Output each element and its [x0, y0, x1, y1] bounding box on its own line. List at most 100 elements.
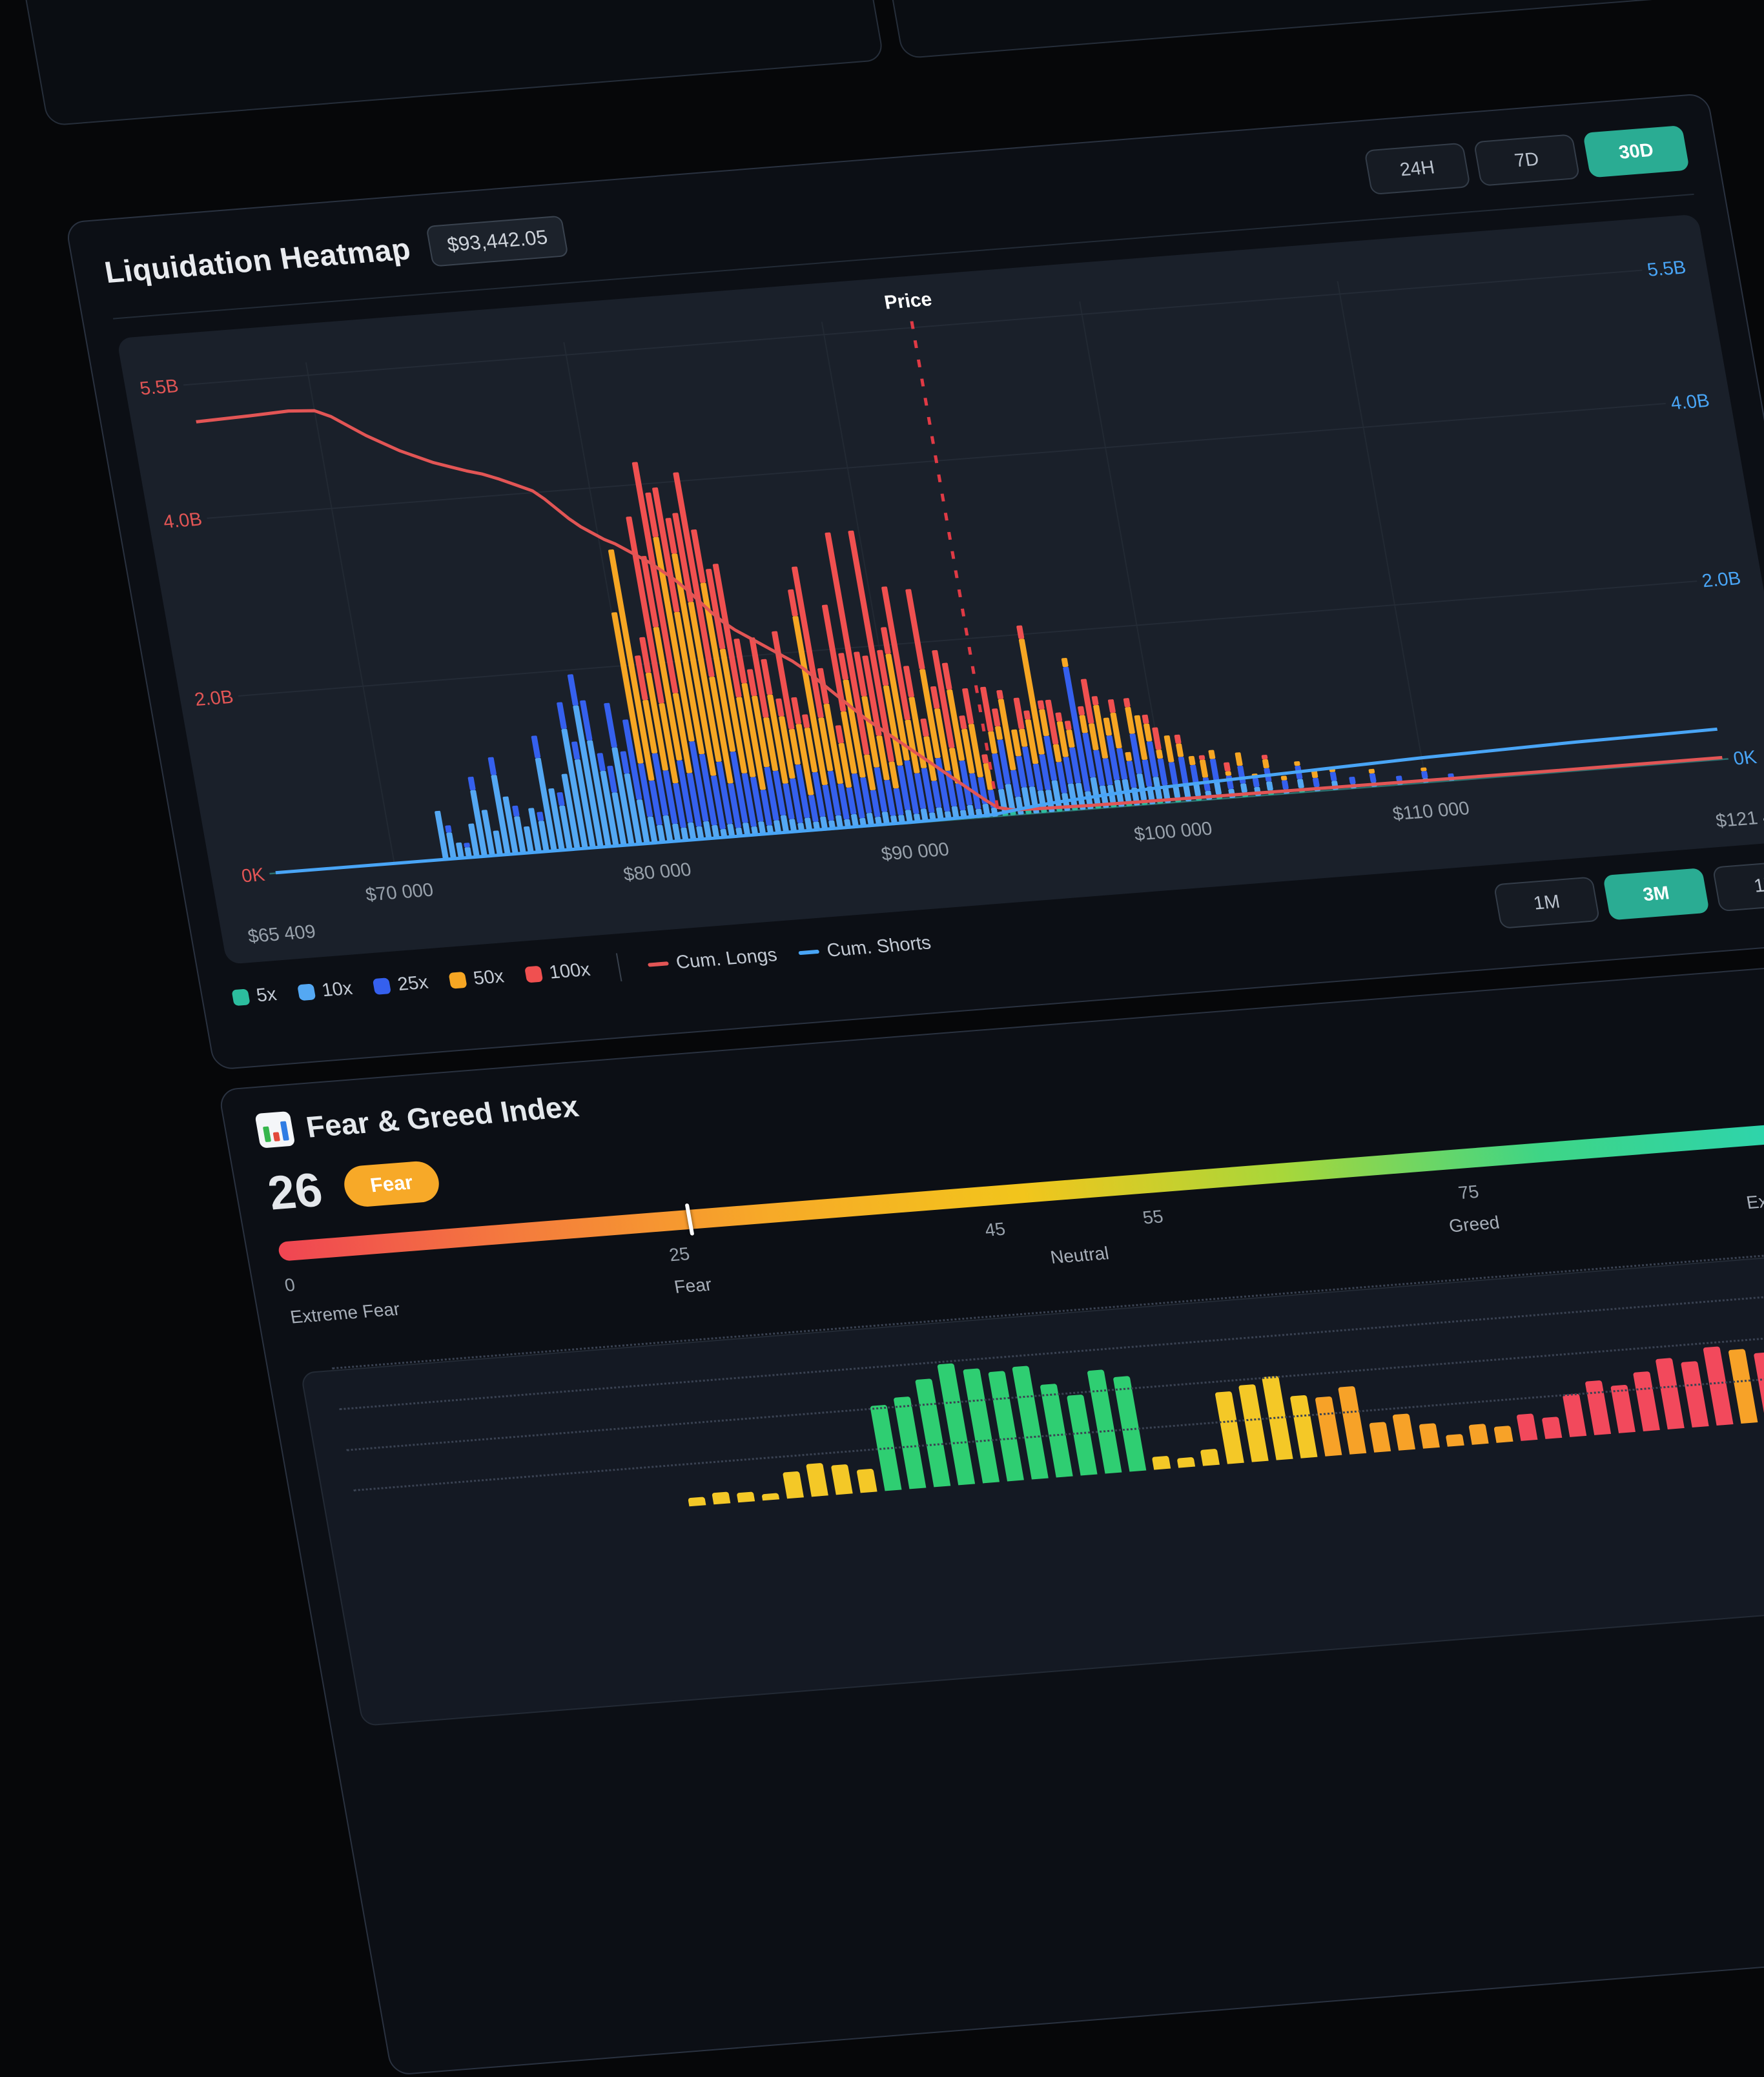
scale-name: Extreme Fear	[289, 1299, 402, 1328]
liq-bar-seg-10x	[456, 843, 464, 859]
legend-item-25x[interactable]: 25x	[372, 972, 429, 997]
history-bar	[1369, 1422, 1391, 1452]
x-axis-label: $110 000	[1391, 798, 1471, 824]
liq-bar-seg-100x	[959, 715, 967, 729]
fear-greed-title: Fear & Greed Index	[303, 1089, 581, 1145]
legend-label: 25x	[396, 972, 429, 995]
liquidation-heatmap-card: Liquidation Heatmap $93,442.05 24H 7D 30…	[65, 93, 1764, 1070]
timeframe-button-30d[interactable]: 30D	[1583, 125, 1690, 178]
range-button-1m[interactable]: 1M	[1493, 876, 1601, 928]
history-bar	[1585, 1380, 1612, 1435]
legend-divider	[616, 953, 622, 981]
horizontal-gridline	[238, 581, 1697, 696]
liq-bar-seg-25x	[1396, 775, 1402, 781]
history-bar	[1516, 1413, 1537, 1440]
liquidation-chart[interactable]: Price0K0K2.0B2.0B4.0B4.0B5.5B5.5B$70 000…	[117, 214, 1764, 965]
legend-swatch	[231, 988, 250, 1006]
scale-name: Fear	[673, 1274, 713, 1298]
range-button-group: 1M 3M 1Y	[1493, 859, 1764, 929]
range-button-3m[interactable]: 3M	[1603, 868, 1710, 920]
liq-bar-seg-25x	[620, 751, 630, 773]
legend-item-100x[interactable]: 100x	[524, 959, 591, 985]
legend-item-cum--shorts[interactable]: Cum. Shorts	[797, 932, 932, 964]
history-bar	[1542, 1417, 1563, 1439]
liq-bar-seg-50x	[1053, 744, 1062, 762]
liq-bar-seg-50x	[1125, 707, 1135, 734]
scale-number: 45	[983, 1219, 1007, 1241]
liq-bar-seg-10x	[657, 824, 666, 843]
fear-greed-value: 26	[264, 1162, 327, 1221]
scale-number: 55	[1141, 1206, 1165, 1228]
history-bar	[1633, 1371, 1660, 1431]
scale-name: Neutral	[1049, 1243, 1111, 1268]
history-bar	[856, 1469, 877, 1493]
liq-bar-seg-50x	[1164, 735, 1174, 762]
liq-bar-seg-25x	[1313, 777, 1320, 786]
liq-bar-seg-25x	[557, 792, 565, 806]
x-axis-edge-left: $65 409	[247, 921, 318, 947]
liq-bar-seg-50x	[1066, 730, 1075, 748]
history-bar	[1728, 1349, 1758, 1424]
liq-bar-seg-100x	[802, 714, 810, 728]
liq-bar-seg-50x	[1125, 752, 1132, 761]
liq-bar-seg-100x	[1123, 698, 1131, 707]
timeframe-button-7d[interactable]: 7D	[1473, 134, 1581, 186]
liq-bar-seg-25x	[1253, 778, 1260, 787]
liq-bar-seg-100x	[981, 754, 989, 763]
liq-bar-seg-10x	[1266, 781, 1273, 790]
legend-label: 5x	[255, 984, 278, 1007]
liq-bar-seg-100x	[905, 589, 925, 670]
liq-bar-seg-25x	[1190, 765, 1199, 783]
liq-bar-seg-25x	[1421, 771, 1428, 779]
history-bar	[1215, 1391, 1244, 1464]
legend-swatch	[524, 965, 543, 983]
legend-item-50x[interactable]: 50x	[448, 966, 506, 991]
liq-bar-seg-25x	[568, 674, 579, 706]
legend-swatch	[297, 983, 316, 1001]
liq-bar-seg-50x	[1156, 750, 1163, 759]
top-card-left	[0, 0, 885, 127]
history-bar	[1315, 1397, 1342, 1457]
range-button-1y[interactable]: 1Y	[1712, 859, 1764, 912]
scale-name: Greed	[1448, 1212, 1501, 1237]
legend-label: 10x	[320, 977, 354, 1001]
y-axis-right-label: 2.0B	[1701, 568, 1743, 591]
x-axis-edge-right: $121 475	[1714, 805, 1764, 832]
liq-bar-seg-50x	[1144, 723, 1153, 741]
history-bar	[1563, 1393, 1586, 1437]
history-bar	[1152, 1455, 1171, 1469]
legend-label: Cum. Shorts	[825, 932, 932, 961]
liq-bar-seg-50x	[988, 731, 998, 753]
x-axis-label: $70 000	[364, 880, 435, 906]
price-badge: $93,442.05	[426, 216, 569, 267]
liq-bar-seg-25x	[531, 735, 540, 758]
scale-name: Extreme Greed	[1745, 1183, 1764, 1214]
legend-item-10x[interactable]: 10x	[296, 977, 354, 1003]
liq-bar-seg-100x	[1065, 721, 1072, 730]
liq-bar-seg-10x	[703, 821, 712, 839]
liq-bar-seg-100x	[1055, 712, 1062, 721]
liq-bar-seg-50x	[1188, 756, 1195, 765]
history-bar	[783, 1471, 804, 1499]
history-bar	[1290, 1395, 1318, 1458]
liq-bar-seg-25x	[1329, 772, 1337, 781]
liq-bar-seg-10x	[1297, 779, 1304, 788]
liq-bar-seg-25x	[1349, 777, 1356, 784]
x-axis-label: $80 000	[622, 859, 693, 885]
liq-bar-seg-100x	[1038, 701, 1045, 710]
liq-bar-seg-50x	[1019, 729, 1028, 747]
liq-bar-seg-50x	[1061, 658, 1069, 667]
legend-item-5x[interactable]: 5x	[231, 984, 278, 1008]
liq-bar-seg-10x	[1214, 781, 1222, 795]
legend-item-cum--longs[interactable]: Cum. Longs	[646, 945, 779, 976]
history-bar	[1656, 1358, 1685, 1429]
liq-bar-seg-100x	[1013, 697, 1024, 729]
y-axis-left-label: 4.0B	[161, 509, 203, 533]
scale-number: 0	[283, 1274, 296, 1296]
liq-bar-seg-100x	[1078, 706, 1085, 715]
liq-bar-seg-10x	[688, 823, 697, 841]
y-axis-right-label: 4.0B	[1669, 391, 1711, 414]
history-bar	[1238, 1384, 1269, 1462]
timeframe-button-24h[interactable]: 24H	[1364, 143, 1471, 195]
fear-greed-status-badge: Fear	[341, 1160, 442, 1208]
